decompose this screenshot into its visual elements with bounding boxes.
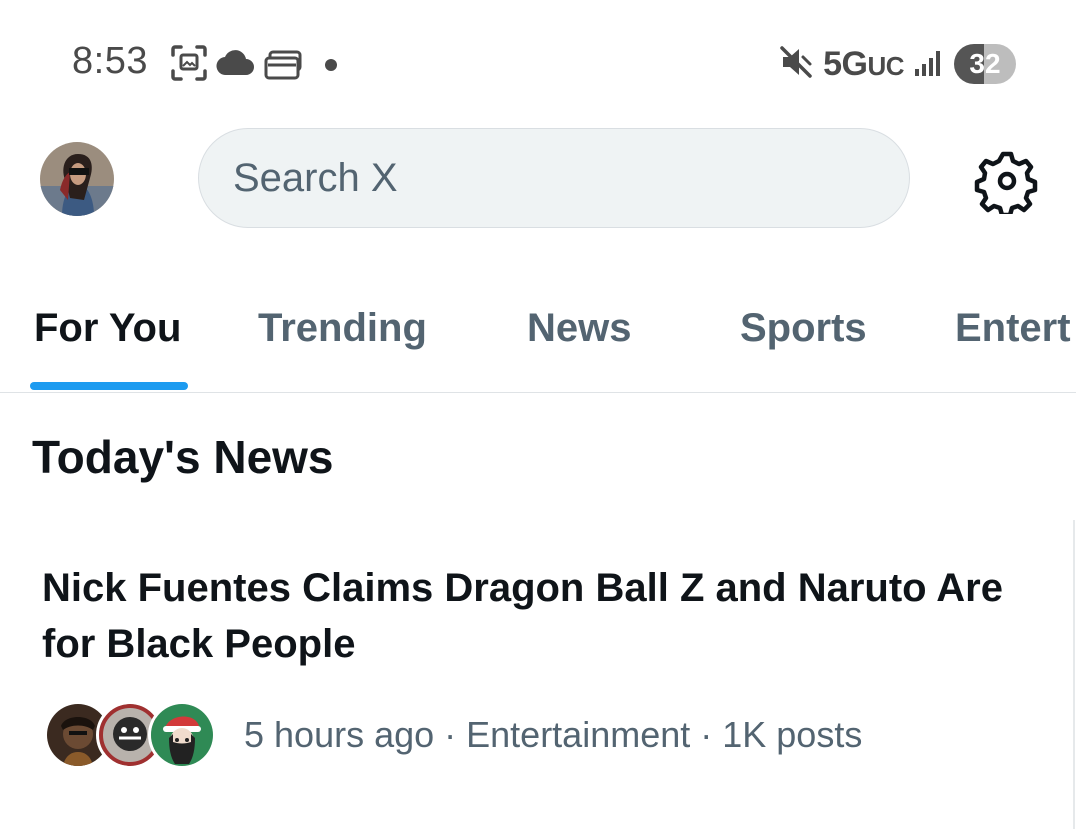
active-tab-indicator bbox=[30, 382, 188, 390]
news-headline: Nick Fuentes Claims Dragon Ball Z and Na… bbox=[42, 566, 1003, 666]
tab-for-you[interactable]: For You bbox=[34, 306, 181, 351]
network-indicator: 5GUC bbox=[823, 45, 904, 84]
explore-header bbox=[0, 128, 1076, 232]
mute-icon bbox=[779, 45, 813, 84]
cloud-icon bbox=[216, 50, 256, 81]
status-time: 8:53 bbox=[72, 40, 148, 82]
network-type: 5G bbox=[823, 44, 868, 83]
tab-news[interactable]: News bbox=[527, 306, 632, 351]
tab-entertainment[interactable]: Entert bbox=[955, 306, 1071, 351]
signal-icon bbox=[914, 47, 944, 82]
divider bbox=[1073, 520, 1075, 829]
explore-tabs: For You Trending News Sports Entert bbox=[0, 290, 1076, 393]
section-title: Today's News bbox=[32, 431, 334, 483]
news-meta: 5 hours ago · Entertainment · 1K posts bbox=[44, 701, 863, 769]
poster-avatar bbox=[148, 701, 216, 769]
screenshot-icon bbox=[170, 44, 208, 87]
news-item[interactable]: Nick Fuentes Claims Dragon Ball Z and Na… bbox=[0, 540, 1070, 829]
battery-indicator: 32 bbox=[954, 44, 1016, 84]
news-meta-text: 5 hours ago · Entertainment · 1K posts bbox=[244, 714, 863, 755]
dot-icon bbox=[324, 58, 338, 77]
tab-sports[interactable]: Sports bbox=[740, 306, 867, 351]
network-suffix: UC bbox=[867, 50, 904, 81]
avatar[interactable] bbox=[40, 142, 114, 216]
search-bar[interactable] bbox=[198, 128, 910, 228]
tab-trending[interactable]: Trending bbox=[258, 306, 427, 351]
status-right-group: 5GUC 32 bbox=[779, 40, 1016, 88]
status-bar: 8:53 5GUC 32 bbox=[0, 0, 1076, 128]
settings-gear-icon[interactable] bbox=[974, 148, 1040, 218]
wallet-icon bbox=[264, 50, 302, 85]
search-input[interactable] bbox=[233, 155, 833, 201]
